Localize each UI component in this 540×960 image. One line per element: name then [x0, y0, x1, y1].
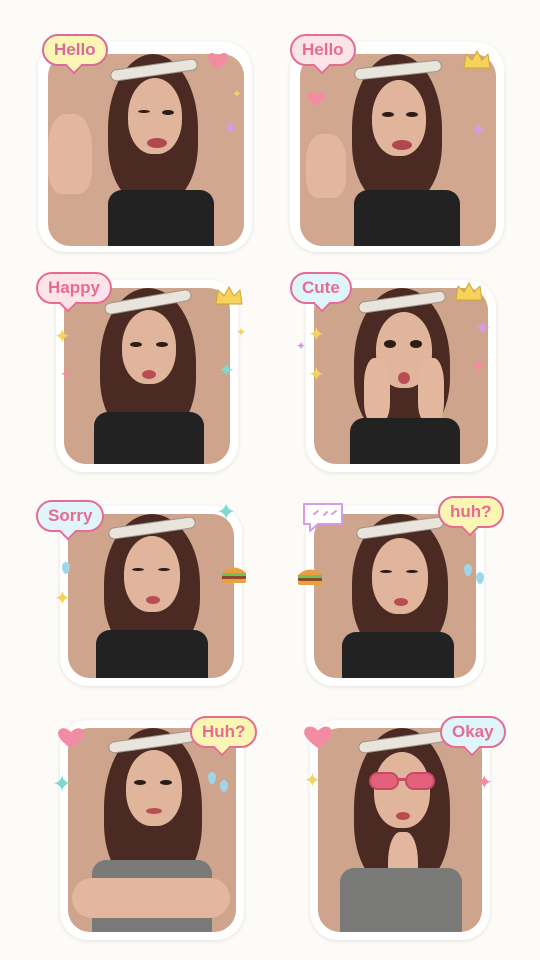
top	[340, 868, 462, 932]
crown-icon	[455, 281, 483, 301]
sticker-photo	[68, 514, 234, 678]
sticker-cute[interactable]: Cute ✦ ✦ ✦ ✦ ✦	[270, 240, 540, 480]
speech-bubble-label: Happy	[48, 278, 100, 297]
left-eye	[384, 340, 396, 348]
smile	[147, 138, 167, 148]
waving-hand	[48, 114, 92, 194]
heart-icon	[307, 92, 325, 106]
heart-icon	[304, 726, 332, 748]
sticker-hello-thumbs-up[interactable]: Hello ✦	[270, 0, 540, 252]
pout	[396, 812, 410, 820]
right-eye	[162, 110, 174, 115]
speech-bubble-icon	[303, 503, 343, 532]
sparkle-icon: ✦	[470, 118, 487, 142]
speech-bubble-label: Okay	[452, 722, 494, 741]
speech-bubble: Hello	[42, 34, 108, 66]
sticker-photo	[48, 54, 244, 246]
sparkle-icon: ✦	[54, 324, 71, 348]
sparkle-icon: ✦	[222, 116, 239, 140]
speech-bubble-label: Hello	[302, 40, 344, 59]
speech-bubble-label: huh?	[450, 502, 492, 521]
speech-bubble: Happy	[36, 272, 112, 304]
speech-bubble-label: Hello	[54, 40, 96, 59]
sparkle-icon: ✦	[218, 358, 235, 382]
sticker-photo	[64, 288, 230, 464]
sparkle-icon: ✦	[60, 367, 72, 383]
lips	[146, 808, 162, 814]
sticker-photo	[314, 514, 476, 678]
crown-icon	[463, 49, 491, 69]
sparkle-icon: ✦	[216, 498, 237, 526]
sticker-sorry[interactable]: Sorry ✦ ✦	[0, 480, 270, 720]
left-eye	[130, 342, 142, 347]
sparkle-icon: ✦	[54, 586, 71, 610]
sticker-huh-lowercase[interactable]: huh?	[270, 480, 540, 720]
burger-icon	[222, 567, 246, 583]
speech-bubble-label: Huh?	[202, 722, 246, 741]
sparkle-icon: ✦	[470, 354, 487, 378]
speech-bubble: huh?	[438, 496, 504, 528]
top	[342, 632, 454, 678]
smile	[392, 140, 412, 150]
sticker-photo	[318, 728, 482, 932]
left-eye	[382, 112, 394, 117]
sparkle-icon: ✦	[308, 362, 325, 386]
sparkle-icon: ✦	[236, 325, 247, 339]
speech-bubble: Cute	[290, 272, 352, 304]
burger-icon	[298, 569, 322, 585]
sparkle-icon: ✦	[52, 770, 73, 798]
right-eye	[406, 112, 418, 117]
top	[350, 418, 460, 464]
sticker-sheet: Hello ✦ ✦ Hello ✦ Happy ✦ ✦ ✦ ✦ Cute ✦ ✦…	[0, 0, 540, 960]
speech-bubble: Hello	[290, 34, 356, 66]
sparkle-icon: ✦	[476, 770, 493, 794]
right-eye	[160, 780, 172, 785]
sticker-photo	[68, 728, 236, 932]
left-hand-on-cheek	[364, 358, 390, 422]
top	[94, 412, 204, 464]
left-eye	[134, 780, 146, 785]
thumbs-up-hand	[306, 134, 346, 198]
heart-icon	[58, 728, 84, 749]
sticker-happy[interactable]: Happy ✦ ✦ ✦ ✦	[0, 240, 270, 480]
crossed-arms	[72, 878, 230, 918]
top	[108, 190, 214, 246]
sunglasses-icon	[369, 772, 435, 790]
speech-bubble-label: Sorry	[48, 506, 93, 525]
sparkle-icon: ✦	[474, 316, 491, 340]
face	[126, 750, 182, 826]
sticker-photo	[314, 288, 488, 464]
left-eye	[132, 568, 144, 571]
pout	[394, 598, 408, 606]
left-eye	[138, 110, 150, 113]
sticker-hello-wave[interactable]: Hello ✦ ✦	[0, 0, 270, 252]
speech-bubble-label: Cute	[302, 278, 340, 297]
right-eye	[406, 570, 418, 573]
right-eye	[158, 568, 170, 571]
speech-bubble: Okay	[440, 716, 506, 748]
crown-icon	[215, 285, 243, 305]
top	[354, 190, 460, 246]
sparkle-icon: ✦	[308, 322, 325, 346]
left-eye	[380, 570, 392, 573]
surprised-mouth	[398, 372, 410, 384]
speech-bubble: Huh?	[190, 716, 258, 748]
top	[96, 630, 208, 678]
sparkle-icon: ✦	[296, 339, 307, 353]
sticker-huh-arms-crossed[interactable]: Huh? ✦	[0, 716, 270, 960]
pout	[146, 596, 160, 604]
sticker-okay[interactable]: Okay ✦ ✦	[270, 716, 540, 960]
speech-bubble: Sorry	[36, 500, 105, 532]
heart-icon	[207, 52, 229, 69]
right-hand-on-cheek	[418, 358, 444, 422]
sparkle-icon: ✦	[232, 87, 243, 101]
sticker-photo	[300, 54, 496, 246]
sparkle-icon: ✦	[304, 768, 321, 792]
right-eye	[156, 342, 168, 347]
right-eye	[410, 340, 422, 348]
pout	[142, 370, 156, 379]
